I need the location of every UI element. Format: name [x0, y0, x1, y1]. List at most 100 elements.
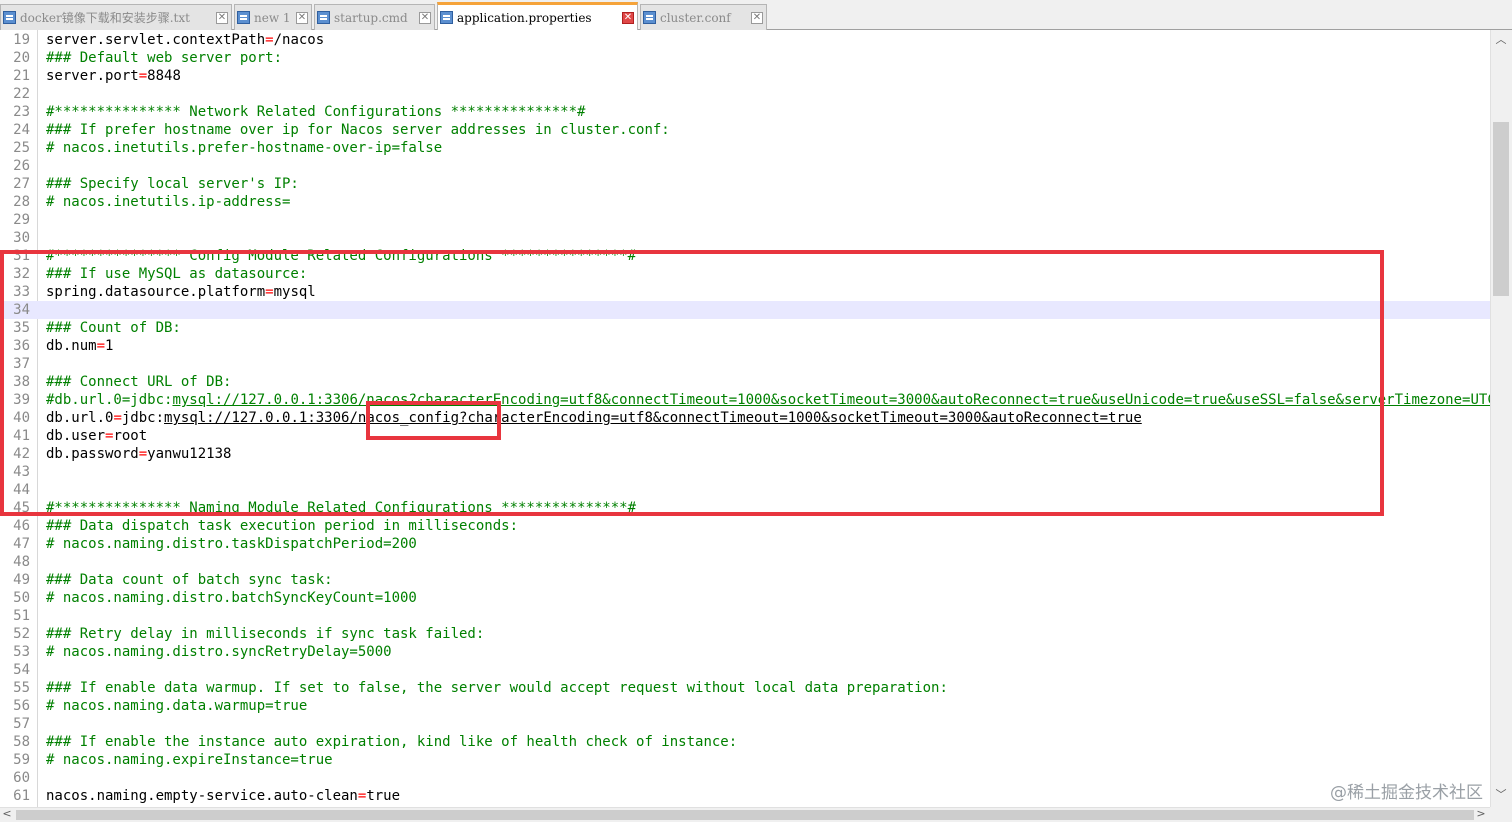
tab-label: application.properties [457, 10, 592, 25]
code-token: jdbc: [121, 410, 165, 426]
code-token: true [366, 788, 401, 804]
code-line[interactable]: 31 #*************** Config Module Related… [0, 247, 1490, 265]
line-code: spring.datasource.platform=mysql [46, 283, 316, 301]
code-line[interactable]: 28 # nacos.inetutils.ip-address= [0, 193, 1490, 211]
line-code: ### If enable data warmup. If set to fal… [46, 679, 948, 697]
line-code: db.url.0=jdbc:mysql://127.0.0.1:3306/nac… [46, 409, 1142, 427]
close-icon[interactable]: ✕ [216, 11, 228, 24]
code-line[interactable]: 29 [0, 211, 1490, 229]
code-line[interactable]: 43 [0, 463, 1490, 481]
line-number: 27 [13, 176, 30, 192]
line-code: #*************** Network Related Configu… [46, 103, 585, 121]
line-number: 53 [13, 644, 30, 660]
code-token: server.servlet.contextPath [46, 32, 266, 48]
code-line[interactable]: 55 ### If enable data warmup. If set to f… [0, 679, 1490, 697]
code-line[interactable]: 25 # nacos.inetutils.prefer-hostname-over… [0, 139, 1490, 157]
close-icon[interactable]: ✕ [751, 11, 763, 24]
line-code: #*************** Config Module Related C… [46, 247, 636, 265]
code-line[interactable]: 33 spring.datasource.platform=mysql [0, 283, 1490, 301]
code-line[interactable]: 54 [0, 661, 1490, 679]
code-line[interactable]: 44 [0, 481, 1490, 499]
code-line[interactable]: 56 # nacos.naming.data.warmup=true [0, 697, 1490, 715]
code-editor[interactable]: 19 server.servlet.contextPath=/nacos 20 ###… [0, 30, 1490, 807]
vertical-scrollbar[interactable]: ︿ ﹀ [1490, 30, 1512, 807]
code-line[interactable]: 37 [0, 355, 1490, 373]
code-line[interactable]: 30 [0, 229, 1490, 247]
code-line[interactable]: 47 # nacos.naming.distro.taskDispatchPeri… [0, 535, 1490, 553]
line-code: ### If use MySQL as datasource: [46, 265, 307, 283]
code-line[interactable]: 32 ### If use MySQL as datasource: [0, 265, 1490, 283]
tab-label: new 1 [254, 10, 291, 25]
text-file-icon [643, 11, 656, 24]
code-line[interactable]: 58 ### If enable the instance auto expira… [0, 733, 1490, 751]
code-line[interactable]: 52 ### Retry delay in milliseconds if syn… [0, 625, 1490, 643]
code-line[interactable]: 21 server.port=8848 [0, 67, 1490, 85]
code-token: # nacos.naming.data.warmup=true [46, 698, 308, 714]
code-line[interactable]: 49 ### Data count of batch sync task: [0, 571, 1490, 589]
line-code: # nacos.naming.distro.syncRetryDelay=500… [46, 643, 392, 661]
code-line[interactable]: 41 db.user=root [0, 427, 1490, 445]
close-icon[interactable]: ✕ [419, 11, 431, 24]
code-line[interactable]: 48 [0, 553, 1490, 571]
line-code: ### Retry delay in milliseconds if sync … [46, 625, 484, 643]
code-line[interactable]: 24 ### If prefer hostname over ip for Nac… [0, 121, 1490, 139]
code-token: ### Default web server port: [46, 50, 283, 66]
scroll-right-icon[interactable]: > [1474, 806, 1488, 822]
code-line[interactable]: 26 [0, 157, 1490, 175]
scroll-left-icon[interactable]: < [0, 806, 14, 822]
code-line[interactable]: 60 [0, 769, 1490, 787]
line-code: nacos.naming.empty-service.auto-clean=tr… [46, 787, 400, 805]
code-line[interactable]: 40 db.url.0=jdbc:mysql://127.0.0.1:3306/n… [0, 409, 1490, 427]
line-number: 30 [13, 230, 30, 246]
line-code: ### Data count of batch sync task: [46, 571, 333, 589]
line-code: ### If enable the instance auto expirati… [46, 733, 737, 751]
code-line[interactable]: 45 #*************** Naming Module Related… [0, 499, 1490, 517]
tab-application-properties[interactable]: application.properties ✕ [437, 2, 638, 30]
tab-cluster-conf[interactable]: cluster.conf ✕ [640, 4, 767, 30]
text-file-icon [440, 11, 453, 24]
code-line[interactable]: 53 # nacos.naming.distro.syncRetryDelay=5… [0, 643, 1490, 661]
text-file-icon [3, 11, 16, 24]
code-line[interactable]: 19 server.servlet.contextPath=/nacos [0, 31, 1490, 49]
code-line[interactable]: 23 #*************** Network Related Confi… [0, 103, 1490, 121]
code-line[interactable]: 38 ### Connect URL of DB: [0, 373, 1490, 391]
code-token: = [96, 338, 106, 354]
code-line[interactable]: 20 ### Default web server port: [0, 49, 1490, 67]
close-icon[interactable]: ✕ [622, 11, 634, 24]
code-token: #*************** Network Related Configu… [46, 104, 586, 120]
code-line[interactable]: 61 nacos.naming.empty-service.auto-clean=… [0, 787, 1490, 805]
code-line[interactable]: 22 [0, 85, 1490, 103]
tab-docker-notes[interactable]: docker镜像下载和安装步骤.txt ✕ [0, 4, 232, 30]
vertical-scroll-thumb[interactable] [1493, 122, 1509, 296]
line-number: 54 [13, 662, 30, 678]
horizontal-scrollbar[interactable]: < > [0, 807, 1490, 822]
code-token: spring.datasource.platform [46, 284, 266, 300]
line-number: 32 [13, 266, 30, 282]
code-token: ### If prefer hostname over ip for Nacos… [46, 122, 670, 138]
line-number: 56 [13, 698, 30, 714]
code-line[interactable]: 39 #db.url.0=jdbc:mysql://127.0.0.1:3306/… [0, 391, 1490, 409]
code-line[interactable]: 59 # nacos.naming.expireInstance=true [0, 751, 1490, 769]
tab-new-1[interactable]: new 1 ✕ [234, 4, 312, 30]
code-line[interactable]: 51 [0, 607, 1490, 625]
tab-startup-cmd[interactable]: startup.cmd ✕ [314, 4, 435, 30]
code-line[interactable]: 50 # nacos.naming.distro.batchSyncKeyCoun… [0, 589, 1490, 607]
code-line[interactable]: 36 db.num=1 [0, 337, 1490, 355]
code-line[interactable]: 27 ### Specify local server's IP: [0, 175, 1490, 193]
code-token: db.num [46, 338, 97, 354]
scroll-down-icon[interactable]: ﹀ [1492, 787, 1510, 803]
horizontal-scroll-thumb[interactable] [16, 810, 1474, 820]
code-token: # nacos.naming.expireInstance=true [46, 752, 333, 768]
close-icon[interactable]: ✕ [296, 11, 308, 24]
code-token: mysql://127.0.0.1:3306/nacos?characterEn… [172, 392, 1490, 408]
code-line[interactable]: 42 db.password=yanwu12138 [0, 445, 1490, 463]
tab-bar: docker镜像下载和安装步骤.txt ✕ new 1 ✕ startup.cm… [0, 0, 1512, 30]
code-line[interactable]: 57 [0, 715, 1490, 733]
code-line[interactable]: 46 ### Data dispatch task execution perio… [0, 517, 1490, 535]
code-token: = [138, 68, 148, 84]
code-line[interactable]: 34 [0, 301, 1490, 319]
code-token: # nacos.inetutils.ip-address= [46, 194, 291, 210]
line-number: 37 [13, 356, 30, 372]
code-line[interactable]: 35 ### Count of DB: [0, 319, 1490, 337]
scroll-up-icon[interactable]: ︿ [1492, 32, 1510, 48]
